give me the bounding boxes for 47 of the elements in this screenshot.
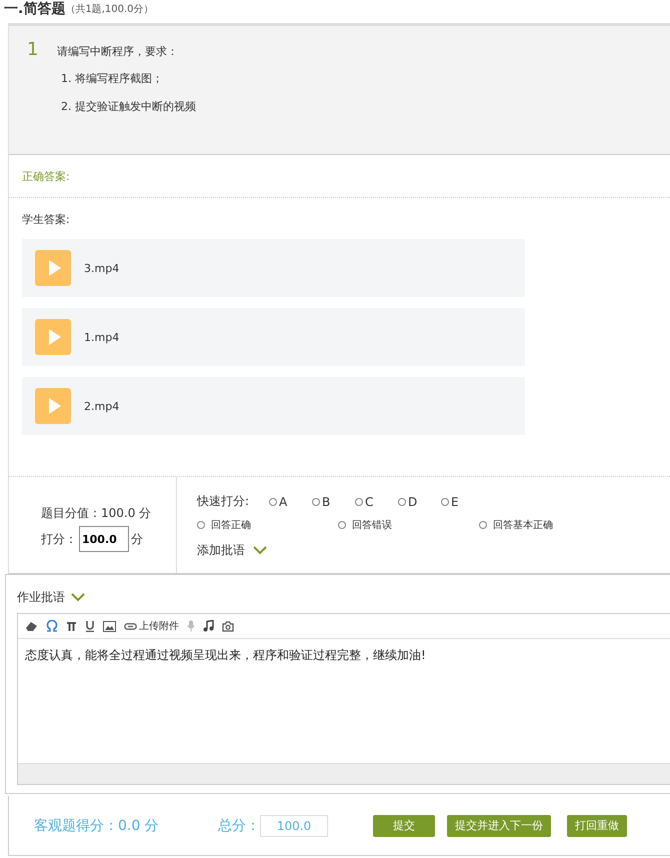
grade-radio[interactable]: B — [312, 494, 356, 508]
question-number: 1 — [27, 40, 40, 62]
link-icon — [124, 622, 137, 630]
remark-radio[interactable]: 回答正确 — [197, 518, 338, 532]
chevron-down-icon[interactable] — [253, 546, 267, 555]
student-answer-label: 学生答案: — [22, 212, 71, 227]
section-summary: （共1题,100.0分） — [65, 2, 154, 16]
chevron-down-icon[interactable] — [71, 592, 85, 602]
play-icon — [35, 319, 71, 355]
score-unit: 分 — [131, 530, 143, 548]
play-icon — [35, 250, 71, 286]
quick-score-label: 快速打分: — [197, 493, 250, 510]
video-attachment[interactable]: 2.mp4 — [22, 377, 525, 435]
comment-text: 态度认真，能将全过程通过视频呈现出来，程序和验证过程完整，继续加油! — [24, 647, 427, 664]
pi-icon[interactable] — [66, 620, 77, 632]
section-title: 一.简答题 — [4, 0, 66, 18]
add-comment-link[interactable]: 添加批语 — [197, 542, 245, 559]
video-attachment[interactable]: 1.mp4 — [22, 308, 525, 366]
grade-radio[interactable]: A — [269, 494, 312, 508]
score-input[interactable]: 100.0 — [79, 526, 129, 552]
underline-icon[interactable] — [85, 620, 95, 632]
omega-icon[interactable] — [46, 620, 58, 632]
image-icon[interactable] — [103, 620, 116, 632]
play-icon — [35, 388, 71, 424]
correct-answer-label: 正确答案: — [22, 168, 70, 184]
grade-radio[interactable]: D — [398, 494, 442, 508]
file-name: 1.mp4 — [84, 330, 120, 344]
requirement-text: 2. 提交验证触发中断的视频 — [61, 99, 196, 114]
comment-editor[interactable]: 上传附件 态度认真，能将全过程通过视频呈现出来，程序和验证过程完整，继续加油! — [17, 613, 670, 785]
eraser-icon[interactable] — [25, 620, 38, 632]
question-prompt: 请编写中断程序，要求： — [57, 44, 179, 59]
comment-label: 作业批语 — [17, 588, 65, 606]
score-label: 打分： — [41, 530, 77, 548]
music-note-icon[interactable] — [203, 620, 214, 632]
remark-radio[interactable]: 回答错误 — [338, 518, 479, 532]
remark-radio[interactable]: 回答基本正确 — [479, 518, 620, 532]
total-score-label: 总分： — [218, 816, 260, 834]
objective-score: 客观题得分：0.0 分 — [34, 816, 160, 834]
upload-attachment-button[interactable]: 上传附件 — [124, 619, 179, 633]
file-name: 3.mp4 — [84, 262, 120, 274]
grade-radio[interactable]: E — [441, 494, 484, 508]
camera-icon[interactable] — [222, 620, 234, 632]
grade-radio[interactable]: C — [355, 494, 398, 508]
requirement-text: 1. 将编写程序截图； — [61, 71, 164, 86]
file-name: 2.mp4 — [84, 400, 120, 412]
video-attachment[interactable]: 3.mp4 — [22, 239, 525, 297]
score-value-label: 题目分值：100.0 分 — [41, 505, 152, 522]
